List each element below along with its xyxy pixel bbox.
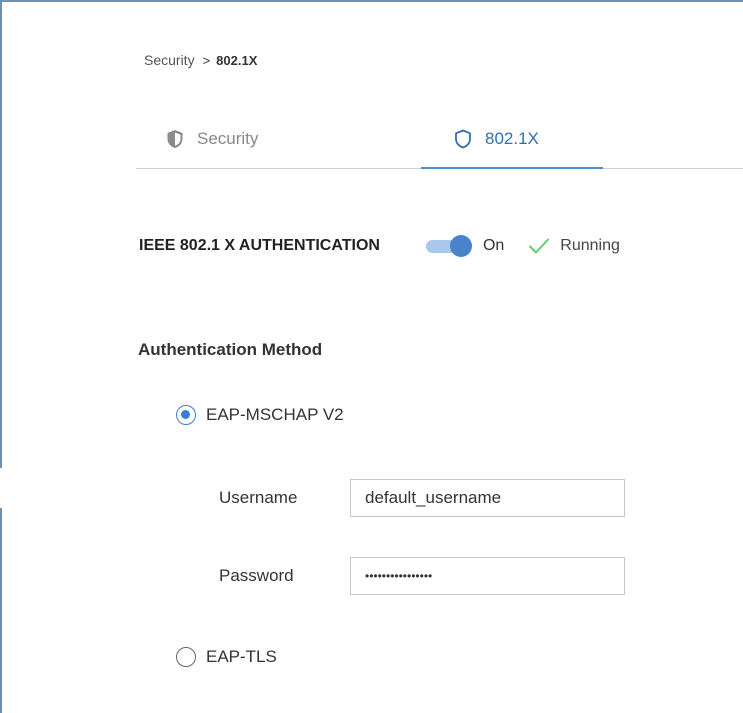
toggle-knob [449,235,472,257]
breadcrumb-separator: > [202,52,211,68]
radio-label-mschap: EAP-MSCHAP V2 [206,405,344,424]
radio-label-tls: EAP-TLS [206,647,277,666]
tab-bar: Security 802.1X [136,110,743,169]
shield-outline-icon [454,129,472,149]
breadcrumb-parent[interactable]: Security [144,52,195,68]
password-input[interactable] [350,557,625,595]
shield-filled-icon [166,129,184,149]
method-title: Authentication Method [138,340,323,359]
breadcrumb-current: 802.1X [216,52,258,68]
tab-8021x[interactable]: 802.1X [424,110,604,168]
frame-gap [0,468,2,508]
check-icon [528,237,550,255]
username-label: Username [219,488,298,507]
toggle-state-label: On [482,237,505,254]
auth-row: IEEE 802.1 X AUTHENTICATION On Running [139,232,620,260]
radio-eap-mschap-v2[interactable]: EAP-MSCHAP V2 [176,405,344,425]
status-indicator: Running [528,237,620,255]
tab-security[interactable]: Security [166,110,258,168]
status-text: Running [560,237,620,254]
password-label: Password [219,566,294,585]
radio-button-selected[interactable] [176,405,196,425]
active-tab-indicator [421,167,603,169]
auth-title: IEEE 802.1 X AUTHENTICATION [139,237,380,254]
username-input[interactable] [350,479,625,517]
tab-8021x-label: 802.1X [485,129,539,148]
tab-security-label: Security [197,129,259,148]
radio-button-unselected[interactable] [176,647,196,667]
breadcrumb: Security > 802.1X [144,52,257,68]
radio-eap-tls[interactable]: EAP-TLS [176,647,277,667]
page-frame [0,0,743,713]
auth-toggle[interactable] [424,234,474,258]
